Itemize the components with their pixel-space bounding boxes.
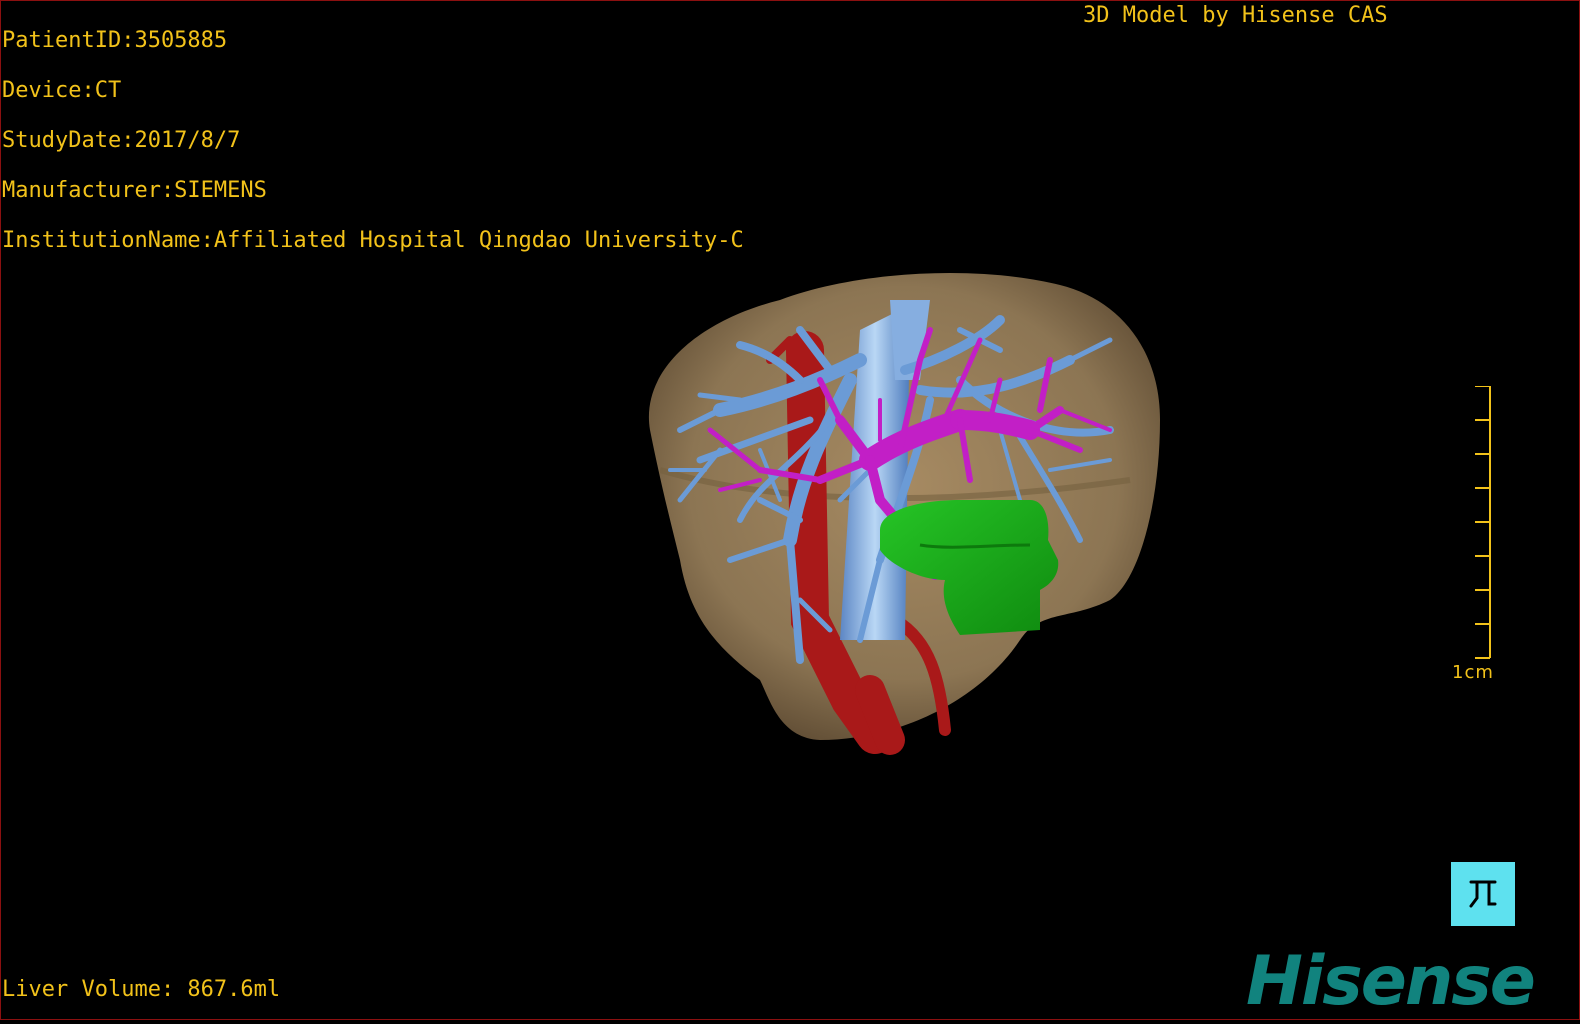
- orientation-button[interactable]: [1451, 862, 1515, 926]
- hisense-logo: Hisense: [1246, 942, 1536, 1021]
- dicom-info-block: PatientID:3505885 Device:CT StudyDate:20…: [2, 3, 744, 278]
- model-credit-text: 3D Model by Hisense CAS: [1083, 3, 1388, 28]
- manufacturer-text: Manufacturer:SIEMENS: [2, 178, 267, 203]
- scale-label: 1cm: [1452, 662, 1494, 683]
- orientation-reset-icon: [1469, 880, 1497, 908]
- institution-text: InstitutionName:Affiliated Hospital Qing…: [2, 228, 744, 253]
- study-date-text: StudyDate:2017/8/7: [2, 128, 241, 153]
- patient-id-text: PatientID:3505885: [2, 28, 228, 53]
- device-text: Device:CT: [2, 78, 122, 103]
- scale-bar: [1475, 386, 1491, 659]
- liver-volume-text: Liver Volume: 867.6ml: [2, 977, 281, 1002]
